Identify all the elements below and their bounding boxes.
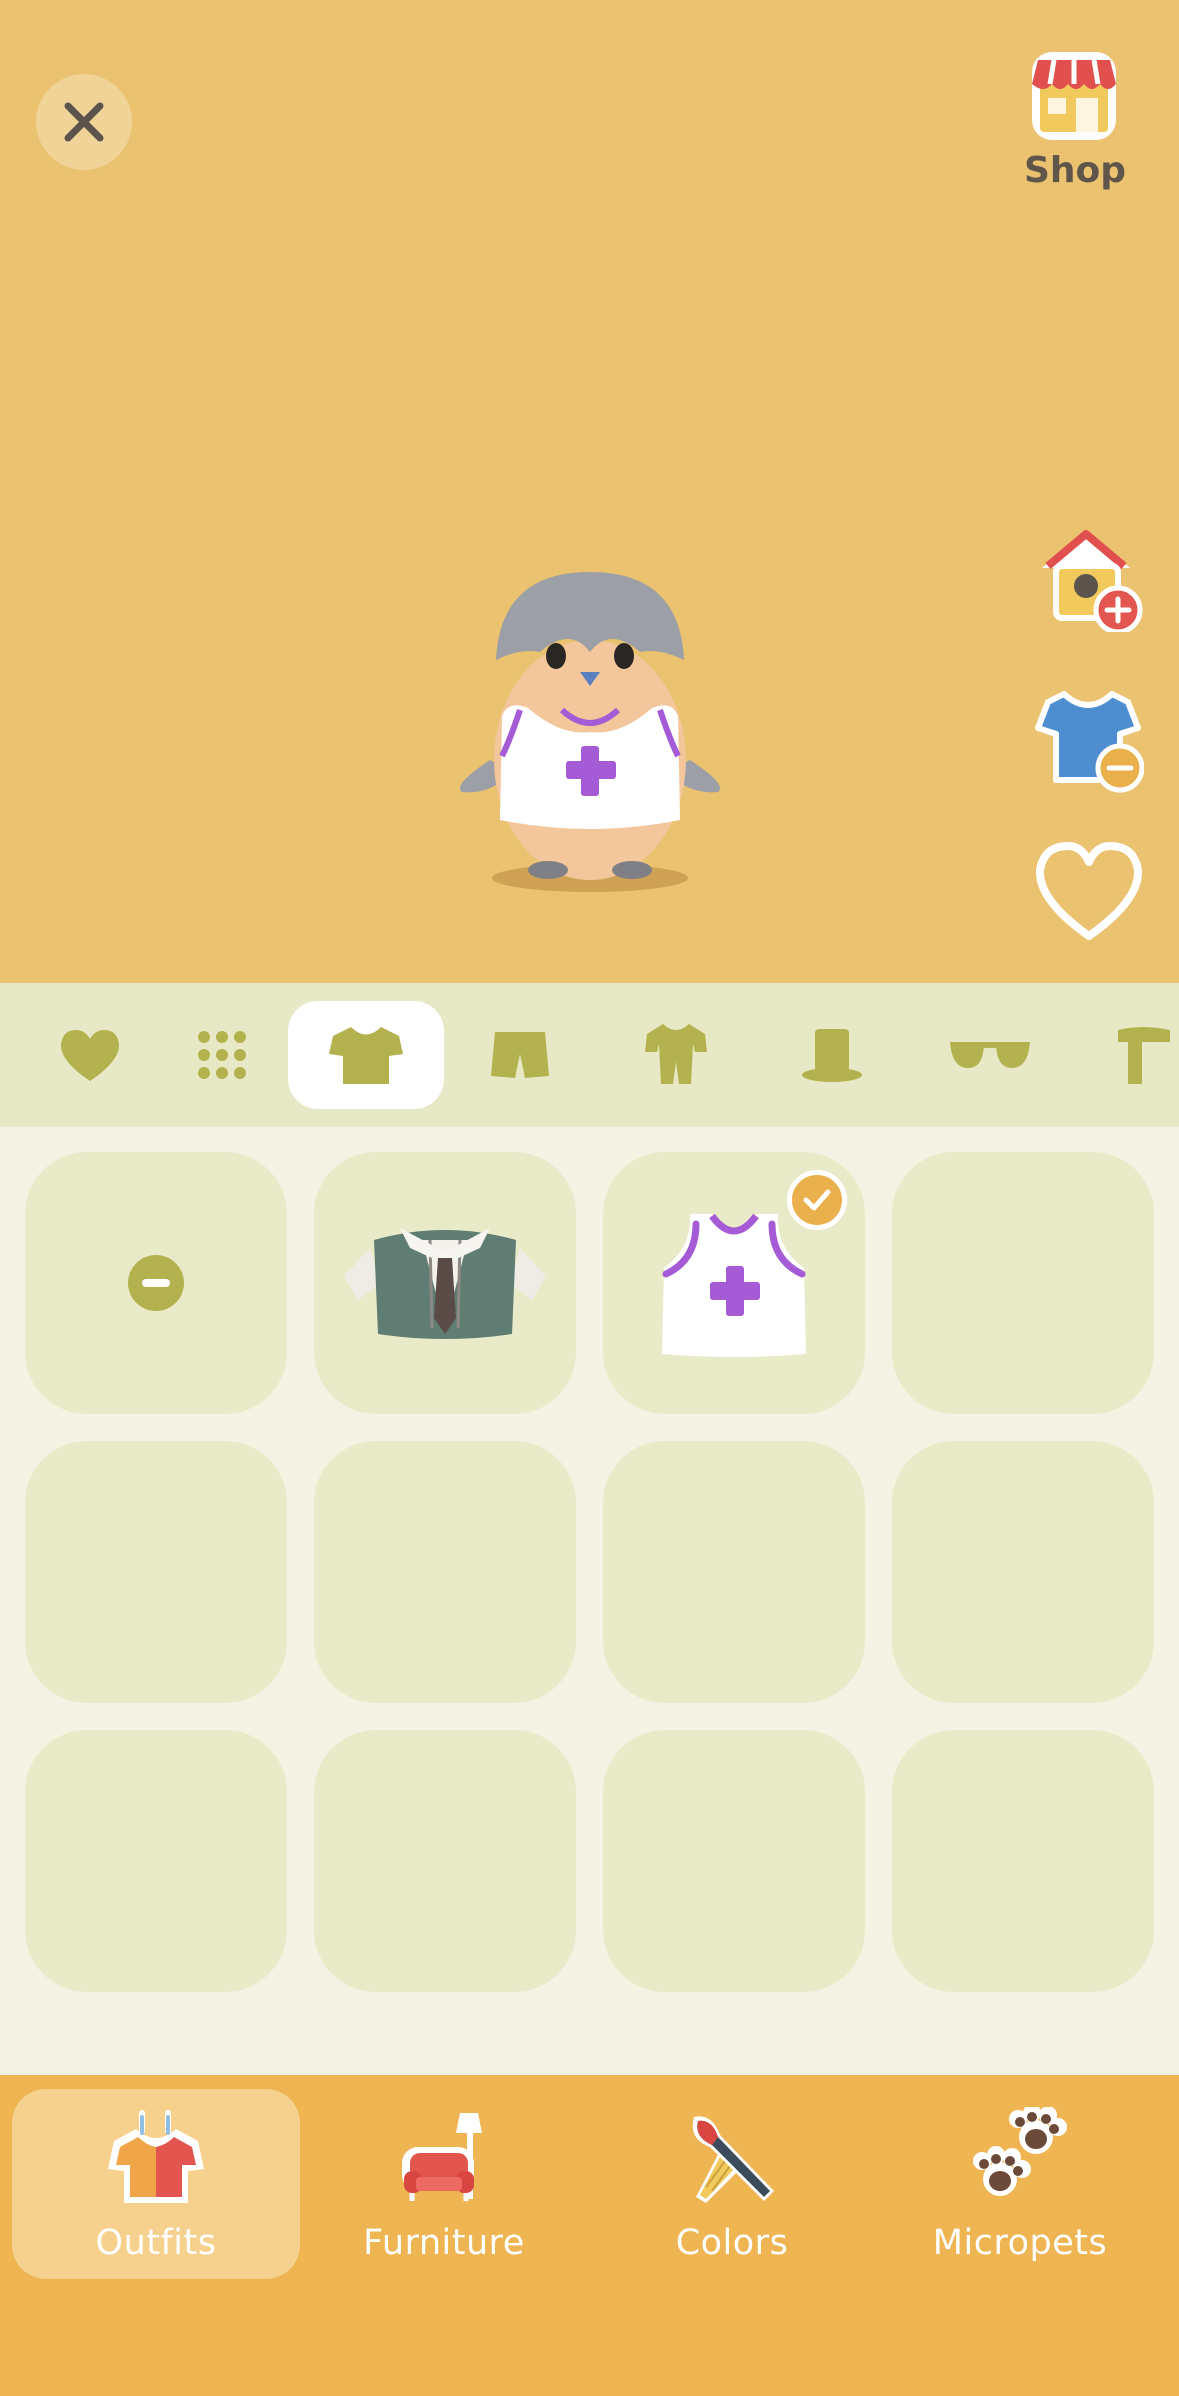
tshirt-icon <box>329 1027 403 1084</box>
item-cell-tank-top[interactable] <box>603 1152 865 1414</box>
onesie-icon <box>645 1024 707 1084</box>
item-cell-empty[interactable] <box>892 1730 1154 1992</box>
remove-icon <box>128 1255 184 1311</box>
item-cell-remove[interactable] <box>25 1152 287 1414</box>
tab-glasses[interactable] <box>912 1001 1068 1109</box>
scarf-icon <box>1118 1027 1170 1084</box>
item-cell-empty[interactable] <box>603 1730 865 1992</box>
items-grid <box>0 1127 1179 2075</box>
furniture-icon <box>402 2113 482 2201</box>
shop-button[interactable]: Shop <box>1024 44 1127 191</box>
category-tabs <box>0 983 1179 1127</box>
item-cell-empty[interactable] <box>892 1441 1154 1703</box>
heart-icon <box>60 1030 120 1081</box>
check-icon <box>803 1189 831 1211</box>
equipped-check-badge <box>787 1170 847 1230</box>
tab-all[interactable] <box>144 1001 300 1109</box>
bottom-nav: Outfits Furniture Colors Micropets <box>0 2075 1179 2396</box>
tab-hats[interactable] <box>754 1001 910 1109</box>
shorts-icon <box>491 1032 549 1078</box>
birdhouse-add-icon <box>1042 530 1143 635</box>
tab-scarves[interactable] <box>1064 1001 1179 1109</box>
paint-tools-icon <box>692 2116 774 2203</box>
nav-colors-label: Colors <box>675 2223 789 2263</box>
nav-furniture-label: Furniture <box>363 2223 525 2263</box>
item-cell-empty[interactable] <box>892 1152 1154 1414</box>
shop-icon <box>1032 52 1116 140</box>
item-cell-empty[interactable] <box>25 1730 287 1992</box>
shirt-remove-icon <box>1035 691 1145 793</box>
tab-tops[interactable] <box>288 1001 444 1109</box>
item-cell-vest[interactable] <box>314 1152 576 1414</box>
top-hat-icon <box>802 1029 862 1082</box>
item-cell-empty[interactable] <box>603 1441 865 1703</box>
tank-top-cross-icon <box>662 1213 806 1357</box>
heart-outline-icon <box>1035 842 1143 940</box>
outfits-icon <box>108 2110 204 2203</box>
favorite-button[interactable] <box>1034 838 1144 948</box>
nav-outfits-label: Outfits <box>95 2223 217 2263</box>
birdhouse-add-button[interactable] <box>1034 522 1144 635</box>
item-cell-empty[interactable] <box>25 1441 287 1703</box>
character-stage: Shop <box>0 0 1179 983</box>
nav-micropets-label: Micropets <box>932 2223 1108 2263</box>
tab-bottoms[interactable] <box>442 1001 598 1109</box>
bird-avatar <box>450 560 730 900</box>
item-cell-empty[interactable] <box>314 1441 576 1703</box>
vest-with-tie-icon <box>344 1228 546 1339</box>
nav-micropets[interactable]: Micropets <box>876 2089 1164 2279</box>
close-icon <box>64 102 104 142</box>
nav-outfits[interactable]: Outfits <box>12 2089 300 2279</box>
item-cell-empty[interactable] <box>314 1730 576 1992</box>
nav-colors[interactable]: Colors <box>588 2089 876 2279</box>
paw-prints-icon <box>973 2107 1067 2196</box>
nav-furniture[interactable]: Furniture <box>300 2089 588 2279</box>
shop-label: Shop <box>1024 150 1127 191</box>
shirt-remove-button[interactable] <box>1034 686 1145 796</box>
sunglasses-icon <box>950 1042 1030 1068</box>
tab-onesies[interactable] <box>598 1001 754 1109</box>
grid-dots-icon <box>198 1031 246 1079</box>
close-button[interactable] <box>36 74 132 170</box>
